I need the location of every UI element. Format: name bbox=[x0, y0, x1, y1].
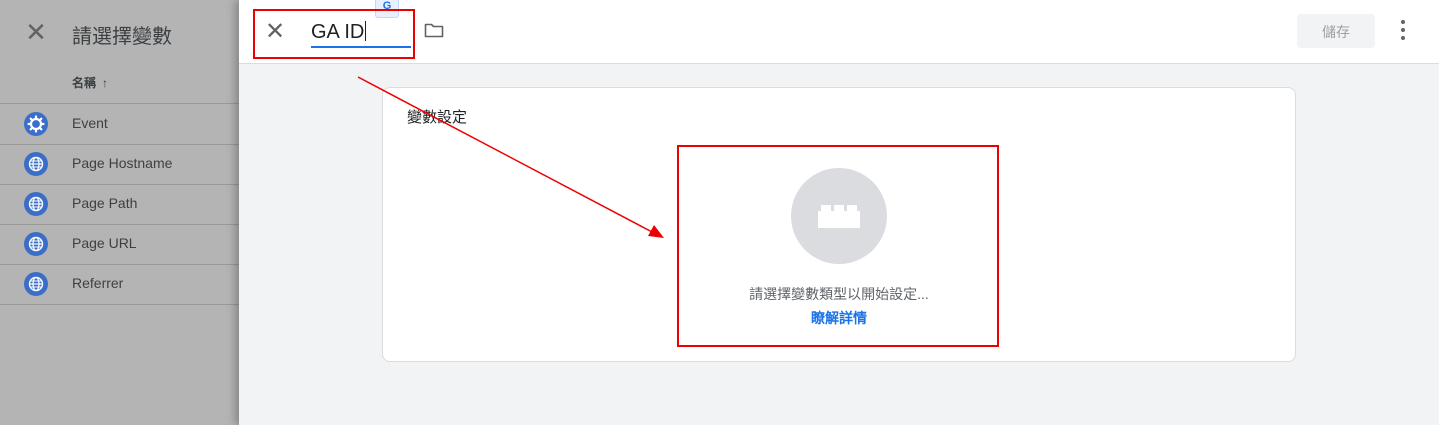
globe-icon bbox=[24, 232, 48, 256]
globe-icon bbox=[24, 192, 48, 216]
gear-icon bbox=[24, 112, 48, 136]
picker-title: 請選擇變數 bbox=[72, 26, 172, 48]
list-item-label: Page Path bbox=[72, 195, 138, 211]
list-item-label: Event bbox=[72, 115, 108, 131]
list-item[interactable]: Page URL bbox=[0, 224, 239, 265]
sort-arrow-icon: ↑ bbox=[102, 76, 109, 90]
list-item[interactable]: Page Path bbox=[0, 184, 239, 225]
annotation-box-type bbox=[677, 145, 999, 347]
variable-editor-panel: ✕ GA ID G 儲存 變數設定 請選擇變數類型以開始設定... 瞭解詳情 bbox=[239, 0, 1439, 425]
editor-toolbar: ✕ GA ID G 儲存 bbox=[239, 0, 1439, 64]
folder-icon[interactable] bbox=[424, 22, 444, 38]
annotation-box-name bbox=[253, 9, 415, 59]
column-header-label: 名稱 bbox=[72, 76, 97, 90]
list-item[interactable]: Page Hostname bbox=[0, 144, 239, 185]
variable-picker-panel: ✕ 請選擇變數 名稱 ↑ Event Page Hostname Page Pat… bbox=[0, 0, 239, 425]
list-item-label: Referrer bbox=[72, 275, 124, 291]
list-item-label: Page Hostname bbox=[72, 155, 173, 171]
close-icon[interactable]: ✕ bbox=[22, 18, 50, 46]
list-item[interactable]: Event bbox=[0, 104, 239, 145]
card-header: 變數設定 bbox=[407, 109, 468, 126]
list-item[interactable]: Referrer bbox=[0, 264, 239, 305]
list-item-label: Page URL bbox=[72, 235, 137, 251]
more-vert-icon[interactable] bbox=[1391, 16, 1415, 46]
globe-icon bbox=[24, 152, 48, 176]
save-button[interactable]: 儲存 bbox=[1297, 14, 1375, 48]
column-header-name[interactable]: 名稱 ↑ bbox=[72, 74, 108, 91]
globe-icon bbox=[24, 272, 48, 296]
